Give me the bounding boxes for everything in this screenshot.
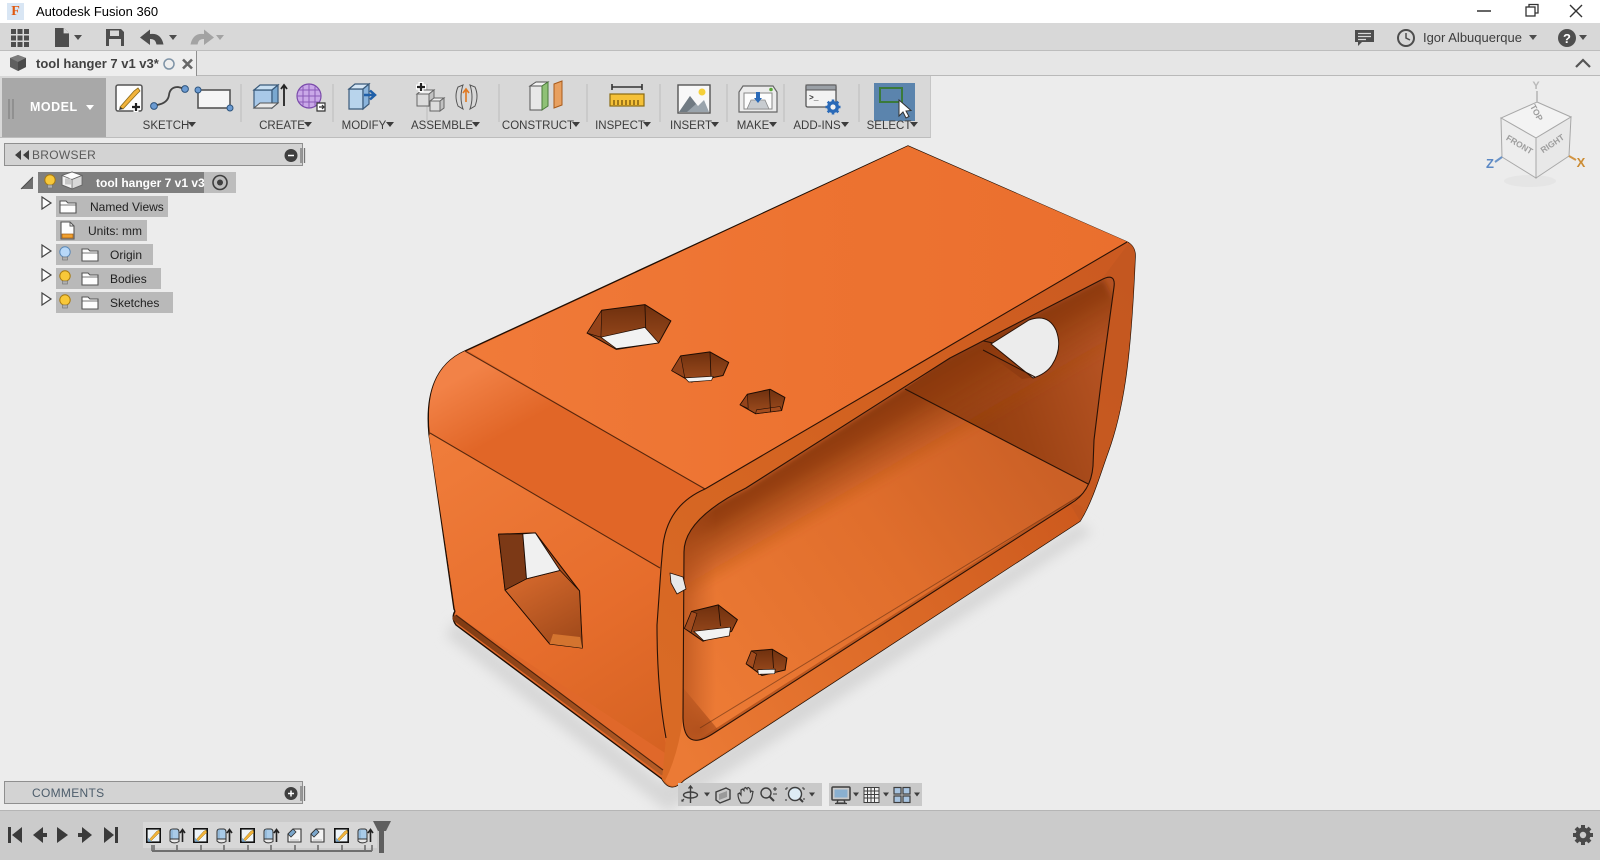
svg-text:Named Views: Named Views <box>90 200 164 214</box>
svg-text:ASSEMBLE: ASSEMBLE <box>411 120 473 132</box>
svg-text:Origin: Origin <box>110 248 142 262</box>
svg-text:Units: mm: Units: mm <box>88 224 142 238</box>
svg-text:Sketches: Sketches <box>110 296 159 310</box>
svg-text:CREATE: CREATE <box>259 120 305 132</box>
svg-text:Z: Z <box>1486 156 1494 171</box>
svg-text:Bodies: Bodies <box>110 272 147 286</box>
svg-text:tool hanger 7 v1 v3: tool hanger 7 v1 v3 <box>96 176 205 190</box>
svg-text:?: ? <box>1563 31 1571 46</box>
svg-text:MAKE: MAKE <box>737 120 770 132</box>
svg-text:INSPECT: INSPECT <box>595 120 645 132</box>
svg-text:INSERT: INSERT <box>670 120 712 132</box>
svg-text:MODIFY: MODIFY <box>342 120 387 132</box>
svg-text:SKETCH: SKETCH <box>143 120 190 132</box>
svg-text:ADD-INS: ADD-INS <box>793 120 841 132</box>
svg-text:Igor Albuquerque: Igor Albuquerque <box>1423 30 1522 45</box>
svg-text:X: X <box>1577 155 1586 170</box>
svg-text:>_: >_ <box>809 94 819 103</box>
svg-text:SELECT: SELECT <box>867 120 912 132</box>
svg-text:CONSTRUCT: CONSTRUCT <box>502 120 574 132</box>
